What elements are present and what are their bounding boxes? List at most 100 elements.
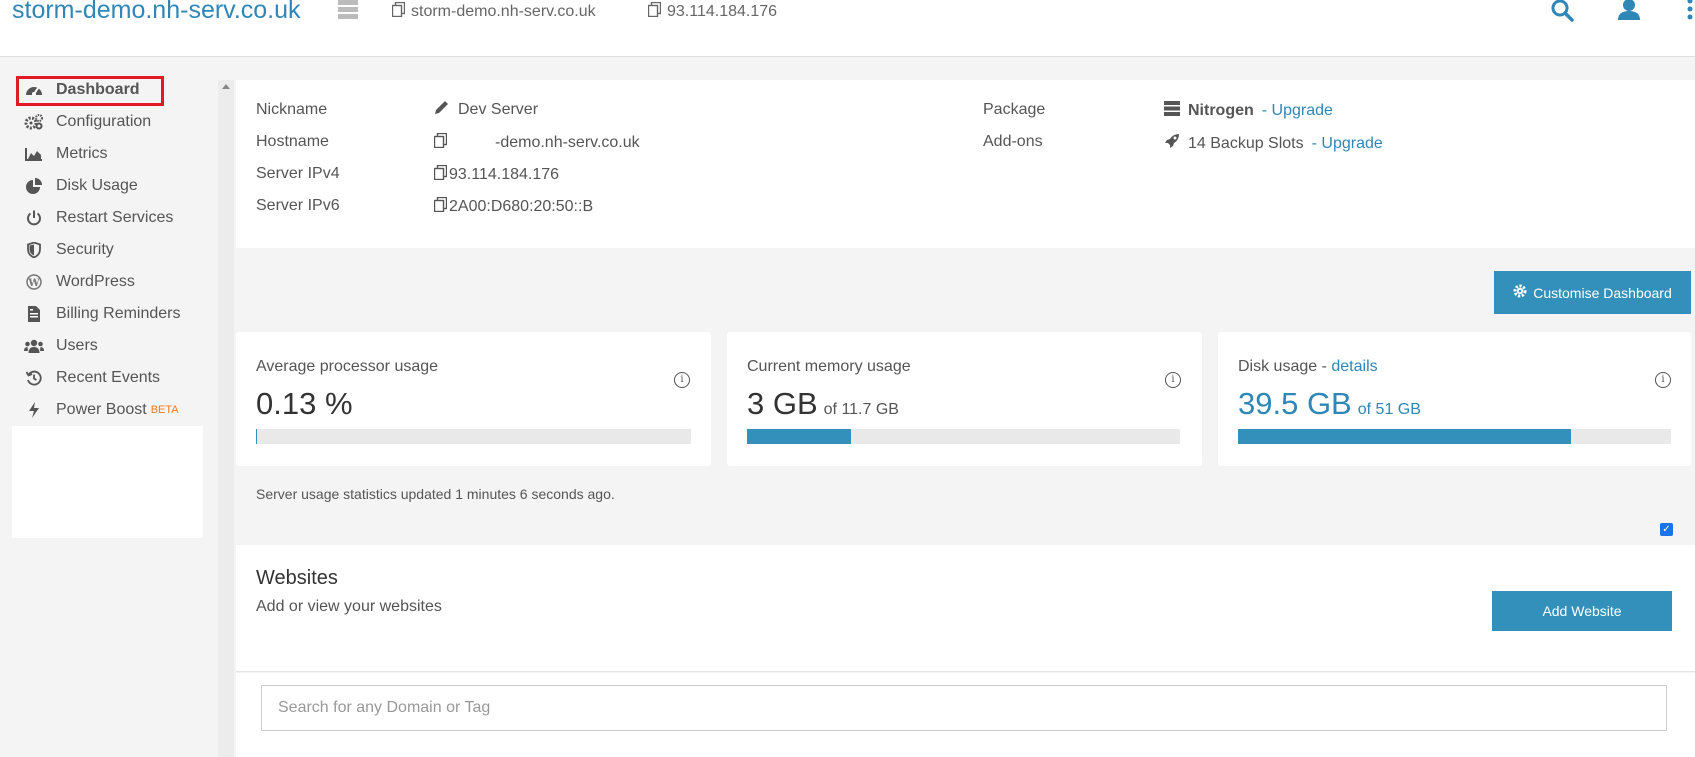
- sidebar-item-security[interactable]: Security: [12, 234, 204, 266]
- sidebar-item-label: Billing Reminders: [56, 305, 181, 322]
- sidebar: Dashboard Configuration Metrics Disk Usa…: [12, 74, 204, 426]
- more-menu-icon[interactable]: [1687, 0, 1693, 27]
- user-icon[interactable]: [1618, 0, 1640, 27]
- sidebar-item-dashboard[interactable]: Dashboard: [12, 74, 204, 106]
- copy-icon[interactable]: [647, 1, 662, 22]
- addons-label: Add-ons: [983, 133, 1043, 150]
- scroll-up-icon[interactable]: [222, 84, 230, 89]
- memory-total: of 11.7 GB: [823, 401, 899, 418]
- wordpress-icon: W: [24, 273, 44, 291]
- addons-upgrade-link[interactable]: - Upgrade: [1312, 135, 1383, 153]
- cogs-icon: [24, 113, 44, 131]
- hostname-row[interactable]: -demo.nh-serv.co.uk: [433, 132, 640, 153]
- memory-usage-bar: [747, 429, 1180, 444]
- memory-stat-title: Current memory usage: [747, 358, 911, 375]
- bolt-icon: [24, 401, 44, 419]
- disk-details-link[interactable]: details: [1331, 358, 1377, 375]
- beta-badge: BETA: [150, 404, 179, 416]
- top-bar: storm-demo.nh-serv.co.uk storm-demo.nh-s…: [0, 0, 1695, 57]
- addons-value: 14 Backup Slots: [1188, 134, 1304, 152]
- pie-chart-icon: [24, 177, 44, 195]
- disk-title-separator: -: [1317, 358, 1332, 375]
- customise-dashboard-button[interactable]: Customise Dashboard: [1494, 271, 1691, 314]
- sidebar-item-label: Recent Events: [56, 369, 161, 386]
- sidebar-item-label: WordPress: [56, 273, 135, 290]
- sidebar-item-metrics[interactable]: Metrics: [12, 138, 204, 170]
- ipv4-row[interactable]: 93.114.184.176: [433, 164, 560, 185]
- ipv6-row[interactable]: 2A00:D680:20:50::B: [433, 196, 594, 217]
- sidebar-item-label: Restart Services: [56, 209, 174, 226]
- websites-section: Websites Add or view your websites Add W…: [236, 545, 1695, 672]
- server-info-card: Nickname Dev Server Hostname -demo.nh-se…: [236, 80, 1695, 248]
- server-stack-icon: [1164, 101, 1180, 121]
- power-icon: [24, 209, 44, 227]
- copy-icon[interactable]: [391, 1, 406, 22]
- cpu-stat-value: 0.13 %: [256, 386, 353, 421]
- sidebar-item-label: Power Boost: [56, 401, 147, 418]
- sidebar-item-configuration[interactable]: Configuration: [12, 106, 204, 138]
- cpu-usage-bar-fill: [256, 429, 258, 444]
- copy-icon[interactable]: [433, 164, 448, 185]
- add-website-button[interactable]: Add Website: [1492, 591, 1672, 631]
- sidebar-item-recent-events[interactable]: Recent Events: [12, 362, 204, 394]
- info-icon[interactable]: i: [1655, 372, 1671, 388]
- sidebar-item-billing-reminders[interactable]: Billing Reminders: [12, 298, 204, 330]
- sidebar-item-label: Security: [56, 241, 114, 258]
- ipv4-label: Server IPv4: [256, 165, 340, 182]
- history-icon: [24, 369, 44, 387]
- server-icon[interactable]: [338, 0, 358, 20]
- disk-stat-value: 39.5 GB of 51 GB: [1238, 386, 1421, 422]
- invoice-icon: [24, 305, 44, 323]
- hostname-text: storm-demo.nh-serv.co.uk: [411, 3, 596, 20]
- sidebar-item-label: Metrics: [56, 145, 108, 162]
- info-icon[interactable]: i: [1165, 372, 1181, 388]
- package-row: Nitrogen - Upgrade: [1164, 101, 1333, 121]
- cpu-usage-bar: [256, 429, 691, 444]
- sidebar-item-disk-usage[interactable]: Disk Usage: [12, 170, 204, 202]
- nickname-value: Dev Server: [458, 100, 539, 118]
- hostname-label: Hostname: [256, 133, 329, 150]
- disk-title-text: Disk usage: [1238, 358, 1318, 375]
- copy-icon[interactable]: [433, 196, 448, 217]
- websites-subtitle: Add or view your websites: [256, 598, 442, 615]
- nickname-label: Nickname: [256, 101, 328, 118]
- header-hostname[interactable]: storm-demo.nh-serv.co.uk: [391, 1, 596, 22]
- ipv4-value: 93.114.184.176: [449, 166, 560, 183]
- package-label: Package: [983, 101, 1046, 118]
- header-ip[interactable]: 93.114.184.176: [647, 1, 777, 22]
- disk-total: of 51 GB: [1357, 401, 1421, 418]
- ipv6-label: Server IPv6: [256, 197, 340, 214]
- pencil-icon[interactable]: [434, 99, 450, 120]
- sidebar-item-wordpress[interactable]: W WordPress: [12, 266, 204, 298]
- gear-icon: [1513, 284, 1527, 301]
- scrollbar[interactable]: [218, 80, 234, 757]
- rocket-icon: [1164, 133, 1180, 154]
- sidebar-item-restart-services[interactable]: Restart Services: [12, 202, 204, 234]
- customise-dashboard-label: Customise Dashboard: [1533, 284, 1672, 301]
- sidebar-item-power-boost[interactable]: Power Boost BETA: [12, 394, 204, 426]
- disk-usage-bar-fill: [1238, 429, 1572, 444]
- hostname-value: -demo.nh-serv.co.uk: [495, 134, 640, 151]
- search-panel: [236, 673, 1695, 757]
- memory-used: 3 GB: [747, 386, 818, 421]
- package-value: Nitrogen: [1188, 102, 1254, 119]
- sidebar-item-label: Dashboard: [56, 81, 140, 98]
- area-chart-icon: [24, 145, 44, 163]
- brand-title[interactable]: storm-demo.nh-serv.co.uk: [12, 0, 301, 25]
- search-icon[interactable]: [1550, 0, 1574, 27]
- toggle-checkbox[interactable]: ✓: [1660, 523, 1673, 536]
- shield-icon: [24, 241, 44, 259]
- nickname-row[interactable]: Dev Server: [434, 99, 538, 120]
- ipv6-value: 2A00:D680:20:50::B: [449, 198, 594, 215]
- info-icon[interactable]: i: [674, 372, 690, 388]
- memory-usage-bar-fill: [747, 429, 851, 444]
- addons-row: 14 Backup Slots - Upgrade: [1164, 133, 1383, 154]
- users-icon: [24, 337, 44, 355]
- copy-icon[interactable]: [433, 132, 448, 153]
- domain-search-input[interactable]: [261, 685, 1667, 731]
- websites-title: Websites: [256, 567, 338, 589]
- cpu-stat-title: Average processor usage: [256, 358, 439, 375]
- package-upgrade-link[interactable]: - Upgrade: [1262, 102, 1333, 120]
- sidebar-item-label: Disk Usage: [56, 177, 138, 194]
- sidebar-item-users[interactable]: Users: [12, 330, 204, 362]
